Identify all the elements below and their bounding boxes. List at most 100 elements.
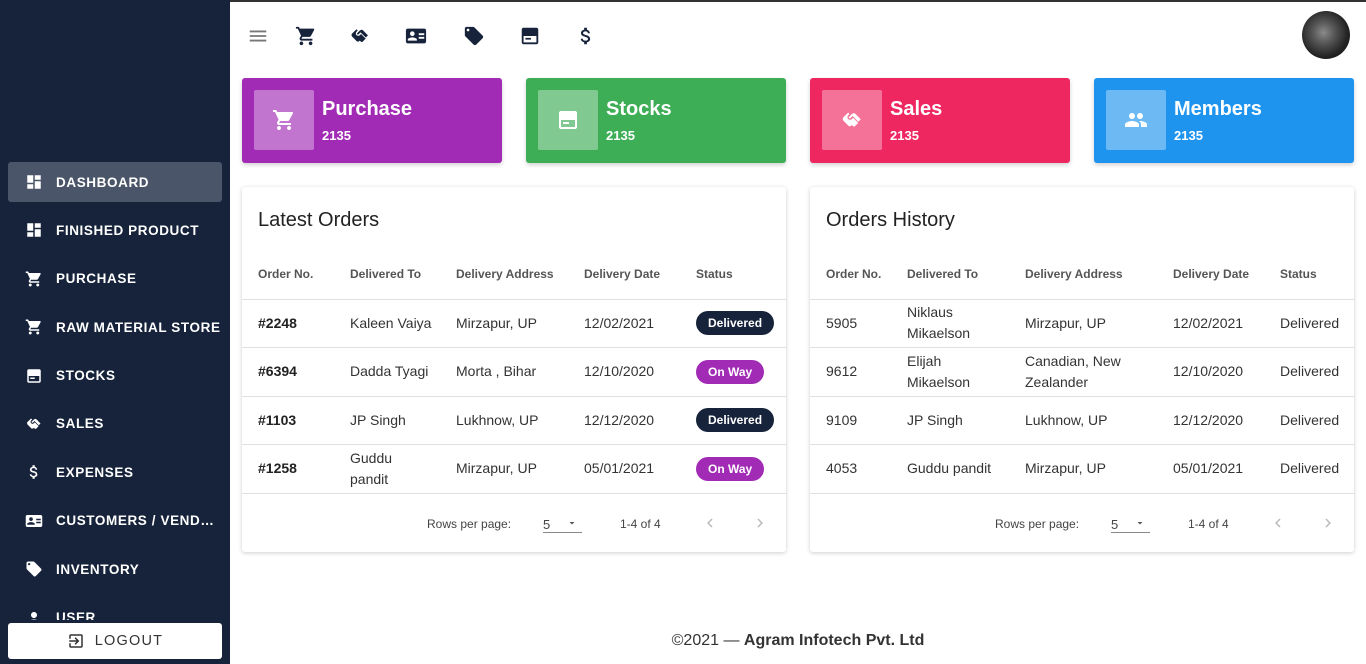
sidebar-item-label: RAW MATERIAL STORE [56,319,221,335]
rows-per-page-value: 5 [1111,517,1119,532]
page-range: 1-4 of 4 [620,517,661,531]
latest-orders-pager: Rows per page: 5 1-4 of 4 [242,494,786,552]
cart-icon [25,271,41,287]
footer-company: Agram Infotech Pvt. Ltd [743,632,925,649]
delivered-to-cell: Dadda Tyagi [334,347,440,397]
rows-per-page-label: Rows per page: [995,517,1080,531]
tag-button[interactable] [462,24,486,48]
table-row[interactable]: #1103 JP Singh Lukhnow, UP 12/12/2020 Delive… [242,396,786,445]
stat-card-stocks[interactable]: Stocks 2135 [526,78,786,163]
contact-card-icon [25,514,43,527]
order-no-cell: 5905 [810,299,891,348]
page-range: 1-4 of 4 [1188,517,1229,531]
stat-value: 2135 [606,128,635,143]
box-button[interactable] [518,24,542,48]
sidebar-item-expenses[interactable]: EXPENSES [8,452,222,492]
delivery-date-cell: 12/02/2021 [568,299,680,348]
prev-page-button[interactable] [698,511,722,535]
stat-icon-box [822,90,882,150]
contact-card-button[interactable] [404,24,428,48]
sidebar-item-purchase[interactable]: PURCHASE [8,259,222,299]
orders-history-pager: Rows per page: 5 1-4 of 4 [810,494,1354,552]
stat-icon-box [1106,90,1166,150]
delivered-to-cell: JP Singh [891,396,1009,445]
stat-icon-box [254,90,314,150]
table-row[interactable]: 4053 Guddu pandit Mirzapur, UP 05/01/2021 De… [810,444,1354,494]
sidebar-item-inventory[interactable]: INVENTORY [8,549,222,589]
delivery-address-cell: Mirzapur, UP [440,444,568,494]
cart-button[interactable] [294,24,318,48]
tag-icon [464,26,484,46]
box-icon [27,368,41,383]
contact-card-icon [405,28,427,44]
table-row[interactable]: #6394 Dadda Tyagi Morta , Bihar 12/10/2020 O… [242,347,786,397]
rows-per-page-label: Rows per page: [427,517,512,531]
stat-card-members[interactable]: Members 2135 [1094,78,1354,163]
status-cell: Delivered [1264,444,1354,494]
latest-orders-table: Order No. Delivered To Delivery Address Del… [242,249,786,494]
status-cell: Delivered [1264,347,1354,397]
sidebar-item-raw-material-store[interactable]: RAW MATERIAL STORE [8,307,222,347]
handshake-icon [842,112,861,127]
dollar-button[interactable] [574,24,598,48]
caret-down-icon [569,522,575,525]
menu-button[interactable] [246,24,270,48]
sidebar-item-sales[interactable]: SALES [8,404,222,444]
avatar[interactable] [1302,11,1350,59]
handshake-button[interactable] [348,24,372,48]
sidebar-item-customers-vendo[interactable]: CUSTOMERS / VENDO... [8,501,222,541]
sidebar-item-label: INVENTORY [56,561,140,577]
prev-page-button[interactable] [1266,511,1290,535]
order-no-cell: 9109 [810,396,891,445]
status-cell: Delivered [1264,299,1354,348]
table-row[interactable]: 9612 Elijah Mikaelson Canadian, New Zealan… [810,347,1354,397]
dollar-icon [29,465,38,480]
stat-card-purchase[interactable]: Purchase 2135 [242,78,502,163]
cart-icon [273,110,294,130]
column-header: Order No. [242,249,334,300]
delivery-date-cell: 12/12/2020 [568,396,680,445]
sidebar-item-user[interactable]: USER [8,598,222,620]
table-row[interactable]: 9109 JP Singh Lukhnow, UP 12/12/2020 Deliver… [810,396,1354,445]
chevron-left-icon [1275,518,1281,528]
footer: ©2021 — Agram Infotech Pvt. Ltd [230,632,1366,650]
delivered-to-cell: Niklaus Mikaelson [891,299,1009,348]
sidebar-item-dashboard[interactable]: DASHBOARD [8,162,222,202]
user-icon [29,611,39,620]
rows-per-page-select[interactable]: 5 [543,509,582,533]
sidebar-item-label: USER [56,610,96,620]
footer-copyright: ©2021 — [671,632,740,649]
stat-card-sales[interactable]: Sales 2135 [810,78,1070,163]
next-page-button[interactable] [748,511,772,535]
table-row[interactable]: 5905 Niklaus Mikaelson Mirzapur, UP 12/02/2… [810,299,1354,348]
delivery-address-cell: Mirzapur, UP [1009,299,1157,348]
stat-icon-box [538,90,598,150]
menu-icon [249,30,267,42]
rows-per-page-select[interactable]: 5 [1111,509,1150,533]
stat-value: 2135 [322,128,351,143]
sidebar-item-finished-product[interactable]: FINISHED PRODUCT [8,210,222,250]
delivery-address-cell: Lukhnow, UP [1009,396,1157,445]
handshake-icon [351,29,368,43]
logout-button[interactable]: LOGOUT [8,623,222,659]
column-header: Delivered To [334,249,440,300]
delivery-address-cell: Canadian, New Zealander [1009,347,1157,397]
cart-icon-wrap [24,317,44,337]
delivery-address-cell: Mirzapur, UP [1009,444,1157,494]
delivered-to-cell: JP Singh [334,396,440,445]
delivered-to-cell: Elijah Mikaelson [891,347,1009,397]
order-no-cell: #1258 [242,444,334,494]
status-cell: Delivered [680,299,786,348]
stat-value: 2135 [1174,128,1203,143]
table-row[interactable]: #1258 Guddu pandit Mirzapur, UP 05/01/2021 O… [242,444,786,494]
box-icon [521,27,539,45]
status-cell: On Way [680,444,786,494]
table-row[interactable]: #2248 Kaleen Vaiya Mirzapur, UP 12/02/2021 D… [242,299,786,348]
dashboard-icon-wrap [24,220,44,240]
delivery-date-cell: 12/02/2021 [1157,299,1264,348]
dashboard-icon [27,175,41,189]
sidebar-item-stocks[interactable]: STOCKS [8,356,222,396]
next-page-button[interactable] [1316,511,1340,535]
sidebar-item-label: STOCKS [56,368,116,384]
column-header: Delivery Address [1009,249,1157,300]
